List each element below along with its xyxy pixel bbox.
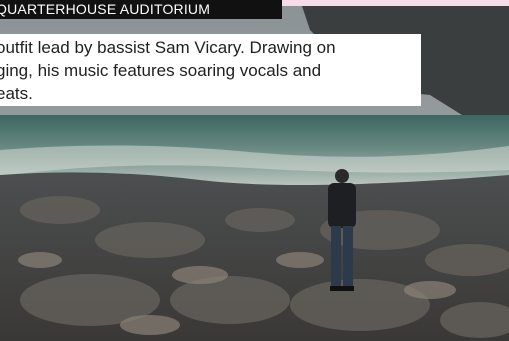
venue-banner: QUARTERHOUSE AUDITORIUM (0, 0, 282, 19)
description-text: outfit lead by bassist Sam Vicary. Drawi… (0, 38, 336, 103)
description-card: outfit lead by bassist Sam Vicary. Drawi… (0, 34, 421, 106)
accent-strip (279, 0, 509, 6)
venue-name: QUARTERHOUSE AUDITORIUM (0, 1, 211, 17)
